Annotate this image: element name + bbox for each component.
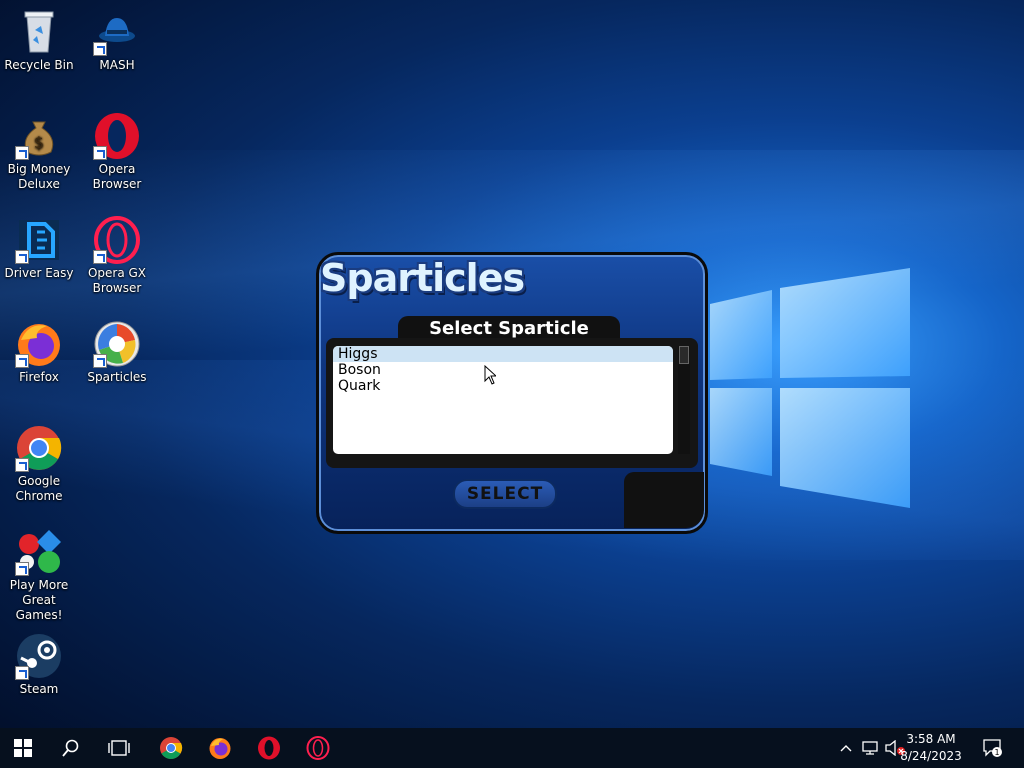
shortcut-arrow-icon xyxy=(15,250,29,264)
desktop-icon-label: Sparticles xyxy=(87,370,147,384)
shortcut-arrow-icon xyxy=(93,354,107,368)
sparticles-logo: Sparticles xyxy=(320,256,525,300)
notification-icon: 1 xyxy=(983,739,1002,757)
select-button[interactable]: SELECT xyxy=(453,479,557,509)
sparticle-listbox[interactable]: Higgs Boson Quark xyxy=(333,346,673,454)
desktop-icon-google-chrome[interactable]: Google Chrome xyxy=(1,424,77,504)
desktop-icon-mash[interactable]: MASH xyxy=(79,8,155,73)
list-item[interactable]: Boson xyxy=(333,362,673,378)
clock-date: 8/24/2023 xyxy=(900,749,962,763)
desktop-icon-label: Recycle Bin xyxy=(4,58,74,72)
shortcut-arrow-icon xyxy=(15,458,29,472)
network-icon xyxy=(862,741,878,755)
svg-text:$: $ xyxy=(34,133,44,152)
show-hidden-icons-button[interactable] xyxy=(836,728,856,768)
notification-center-button[interactable]: 1 xyxy=(978,728,1008,768)
games-icon xyxy=(15,528,63,576)
desktop-icon-label: MASH xyxy=(99,58,135,72)
desktop-icon-label: Play More Great Games! xyxy=(9,578,69,622)
desktop-icon-firefox[interactable]: Firefox xyxy=(1,320,77,385)
desktop-icon-label: Opera GX Browser xyxy=(87,266,147,295)
start-button[interactable] xyxy=(0,728,46,768)
windows-logo-wallpaper xyxy=(710,268,910,508)
mouse-cursor-icon xyxy=(484,365,496,385)
list-scrollbar[interactable] xyxy=(678,346,690,454)
desktop-icon-play-more-great-games[interactable]: Play More Great Games! xyxy=(1,528,77,623)
desktop-icon-steam[interactable]: Steam xyxy=(1,632,77,697)
shortcut-arrow-icon xyxy=(15,354,29,368)
desktop-icon-sparticles[interactable]: Sparticles xyxy=(79,320,155,385)
sparticles-icon xyxy=(93,320,141,368)
desktop-icon-label: Firefox xyxy=(19,370,59,384)
shortcut-arrow-icon xyxy=(15,562,29,576)
desktop-icon-label: Steam xyxy=(19,682,59,696)
steam-icon xyxy=(15,632,63,680)
desktop-icon-driver-easy[interactable]: Driver Easy xyxy=(1,216,77,281)
sparticles-game-window: Sparticles Select Sparticle Higgs Boson … xyxy=(314,250,710,536)
taskbar: 3:58 AM 8/24/2023 1 xyxy=(0,728,1024,768)
search-button[interactable] xyxy=(48,728,94,768)
desktop-icon-big-money-deluxe[interactable]: $ Big Money Deluxe xyxy=(1,112,77,192)
money-bag-icon: $ xyxy=(15,112,63,160)
shortcut-arrow-icon xyxy=(93,42,107,56)
desktop-icon-label: Google Chrome xyxy=(15,474,63,503)
taskbar-firefox[interactable] xyxy=(197,728,243,768)
task-view-icon xyxy=(108,740,130,756)
desktop-icon-opera-gx-browser[interactable]: Opera GX Browser xyxy=(79,216,155,296)
taskbar-chrome[interactable] xyxy=(148,728,194,768)
desktop-icon-recycle-bin[interactable]: Recycle Bin xyxy=(1,8,77,73)
dialog-title: Select Sparticle xyxy=(429,318,589,339)
desktop-icon-opera-browser[interactable]: Opera Browser xyxy=(79,112,155,192)
shortcut-arrow-icon xyxy=(15,666,29,680)
opera-icon xyxy=(93,112,141,160)
mash-icon xyxy=(93,8,141,56)
firefox-icon xyxy=(15,320,63,368)
opera-gx-icon xyxy=(93,216,141,264)
clock-time: 3:58 AM xyxy=(906,732,956,746)
list-item[interactable]: Quark xyxy=(333,378,673,394)
network-button[interactable] xyxy=(860,728,882,768)
chrome-icon xyxy=(15,424,63,472)
list-item-selected[interactable]: Higgs xyxy=(333,346,673,362)
search-icon xyxy=(62,739,79,757)
firefox-icon xyxy=(209,738,231,759)
taskbar-opera[interactable] xyxy=(246,728,292,768)
opera-icon xyxy=(258,736,280,760)
shortcut-arrow-icon xyxy=(93,146,107,160)
recycle-bin-icon xyxy=(15,8,63,56)
notification-count: 1 xyxy=(994,748,999,757)
taskbar-opera-gx[interactable] xyxy=(295,728,341,768)
chevron-up-icon xyxy=(840,745,852,752)
opera-gx-icon xyxy=(306,736,330,760)
shortcut-arrow-icon xyxy=(93,250,107,264)
desktop-icon-label: Driver Easy xyxy=(4,266,74,280)
desktop-icon-label: Big Money Deluxe xyxy=(7,162,71,191)
desktop-icon-label: Opera Browser xyxy=(92,162,142,191)
chrome-icon xyxy=(160,737,183,759)
frame-corner-decoration xyxy=(624,472,704,528)
task-view-button[interactable] xyxy=(96,728,142,768)
scrollbar-thumb[interactable] xyxy=(679,346,689,364)
start-icon xyxy=(14,739,32,757)
system-clock[interactable]: 3:58 AM 8/24/2023 xyxy=(896,731,966,765)
shortcut-arrow-icon xyxy=(15,146,29,160)
driver-easy-icon xyxy=(15,216,63,264)
